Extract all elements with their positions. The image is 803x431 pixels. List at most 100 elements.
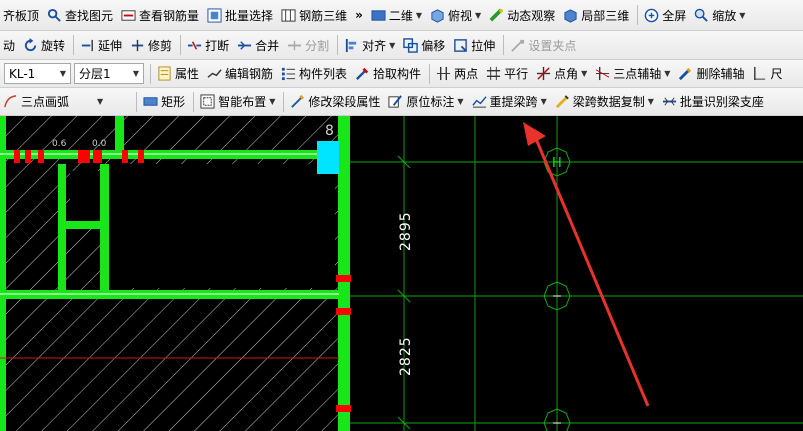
chevron-down-icon: ▼ — [457, 97, 464, 106]
floor-select[interactable]: 分层1 ▼ — [74, 63, 144, 84]
drawing-canvas[interactable]: 0.6 0.0 8 H 2895 2825 — [0, 116, 803, 431]
chevron-down-icon: ▼ — [415, 10, 423, 20]
separator — [337, 35, 339, 55]
2d-view-button[interactable]: 二维 ▼ — [368, 4, 425, 26]
slab-top-button[interactable]: 齐板顶 — [0, 4, 42, 26]
re-extract-span-icon — [471, 96, 487, 108]
support-marker — [336, 405, 351, 412]
break-icon — [188, 40, 202, 50]
element-select[interactable]: KL-1 ▼ — [4, 63, 71, 84]
rotate-icon — [24, 37, 37, 51]
three-point-arc-button[interactable]: 三点画弧 ▼ — [0, 91, 106, 113]
support-marker — [38, 150, 44, 163]
parallel-button[interactable]: 平行 — [483, 63, 531, 85]
beam[interactable] — [115, 116, 124, 150]
separator — [503, 35, 505, 55]
trim-button[interactable]: 修剪 — [127, 34, 175, 56]
cad-drawing: 0.6 0.0 8 H — [0, 116, 803, 431]
chevron-down-icon: ▼ — [581, 69, 588, 78]
point-angle-button[interactable]: 点角 ▼ — [533, 63, 590, 85]
set-grip-button[interactable]: 设置夹点 — [507, 34, 579, 56]
chevron-down-icon: ▼ — [389, 40, 396, 50]
2d-view-icon — [371, 9, 386, 21]
axis-letter-label: H — [552, 156, 562, 171]
stretch-button[interactable]: 拉伸 — [450, 34, 498, 56]
axis-number-label: 8 — [325, 123, 334, 139]
support-marker — [138, 150, 144, 163]
break-button[interactable]: 打断 — [184, 34, 232, 56]
two-point-icon — [437, 66, 451, 81]
modify-segment-properties-button[interactable]: 修改梁段属性 — [287, 91, 383, 113]
beam[interactable] — [64, 221, 104, 229]
align-icon — [345, 38, 357, 52]
component-list-icon — [281, 67, 296, 81]
local-3d-button[interactable]: 局部三维 — [560, 4, 632, 26]
chevron-down-icon: ▼ — [540, 97, 547, 106]
move-button[interactable]: 动 — [0, 34, 18, 56]
two-point-button[interactable]: 两点 — [433, 63, 481, 85]
merge-button[interactable]: 合并 — [234, 34, 282, 56]
in-situ-annotation-button[interactable]: 原位标注 ▼ — [385, 91, 466, 113]
separator — [73, 35, 75, 55]
extend-button[interactable]: 延伸 — [77, 34, 125, 56]
chevron-down-icon: ▼ — [97, 97, 104, 106]
top-view-button[interactable]: 俯视 ▼ — [427, 4, 484, 26]
annotation-arrow-head — [523, 122, 546, 146]
column[interactable] — [317, 141, 339, 174]
pick-component-button[interactable]: 拾取构件 — [352, 63, 424, 85]
batch-select-button[interactable]: 批量选择 — [204, 4, 276, 26]
component-list-button[interactable]: 构件列表 — [278, 63, 350, 85]
split-button[interactable]: 分割 — [284, 34, 332, 56]
beam-annotation: 0.0 — [92, 139, 107, 149]
edit-toolbar: 动 旋转 延伸 修剪 打断 合并 分割 对齐 ▼ 偏移 拉伸 设置夹点 — [0, 31, 803, 60]
separator — [180, 35, 182, 55]
rotate-button[interactable]: 旋转 — [20, 34, 68, 56]
find-element-icon — [47, 8, 61, 22]
support-marker — [14, 150, 20, 163]
void-area-small — [70, 171, 100, 221]
main-toolbar: 齐板顶 查找图元 查看钢筋量 批量选择 钢筋三维 » 二维 ▼ 俯视 ▼ 动态观察 … — [0, 0, 803, 31]
edit-rebar-button[interactable]: 编辑钢筋 — [204, 63, 276, 85]
dimension-label: 2895 — [398, 211, 414, 251]
support-marker — [122, 150, 128, 163]
rectangle-button[interactable]: 矩形 — [140, 91, 188, 113]
void-area — [108, 164, 335, 288]
point-angle-icon — [537, 66, 551, 81]
orbit-button[interactable]: 动态观察 — [486, 4, 558, 26]
support-marker — [336, 275, 351, 282]
annotation-arrow — [532, 133, 650, 407]
batch-identify-supports-button[interactable]: 批量识别梁支座 — [659, 91, 767, 113]
stretch-icon — [454, 38, 468, 52]
re-extract-span-button[interactable]: 重提梁跨 ▼ — [469, 91, 550, 113]
rebar-quantity-button[interactable]: 查看钢筋量 — [118, 4, 202, 26]
copy-span-data-button[interactable]: 梁跨数据复制 ▼ — [552, 91, 657, 113]
arc-icon — [4, 95, 17, 108]
component-toolbar: KL-1 ▼ 分层1 ▼ 属性 编辑钢筋 构件列表 拾取构件 两点 平行 点角 ▼ 三… — [0, 60, 803, 88]
fullscreen-button[interactable]: 全屏 — [641, 4, 689, 26]
support-marker — [93, 150, 102, 163]
batch-select-icon — [207, 7, 222, 23]
offset-button[interactable]: 偏移 — [400, 34, 448, 56]
offset-icon — [403, 37, 419, 53]
beam[interactable] — [338, 116, 350, 431]
trim-icon — [131, 39, 144, 51]
chevron-down-icon: ▼ — [269, 97, 276, 106]
find-element-button[interactable]: 查找图元 — [44, 4, 116, 26]
dimension-label: 2825 — [398, 336, 414, 376]
zoom-button[interactable]: 缩放 ▼ — [691, 4, 748, 26]
smart-layout-button[interactable]: 智能布置 ▼ — [197, 91, 278, 113]
merge-icon — [238, 40, 252, 50]
properties-button[interactable]: 属性 — [154, 63, 202, 85]
chevron-down-icon: ▼ — [664, 69, 671, 78]
three-point-axis-button[interactable]: 三点辅轴 ▼ — [592, 63, 673, 85]
rebar-3d-button[interactable]: 钢筋三维 — [278, 4, 350, 26]
beam[interactable] — [0, 116, 6, 431]
delete-axis-button[interactable]: 删除辅轴 — [675, 63, 747, 85]
more-button[interactable]: » — [352, 4, 366, 26]
align-button[interactable]: 对齐 ▼ — [341, 34, 398, 56]
rectangle-icon — [143, 97, 158, 106]
ruler-button[interactable]: 尺 — [749, 63, 785, 85]
chevron-down-icon: ▼ — [59, 69, 66, 78]
grip-icon — [511, 39, 525, 52]
properties-icon — [158, 66, 171, 81]
